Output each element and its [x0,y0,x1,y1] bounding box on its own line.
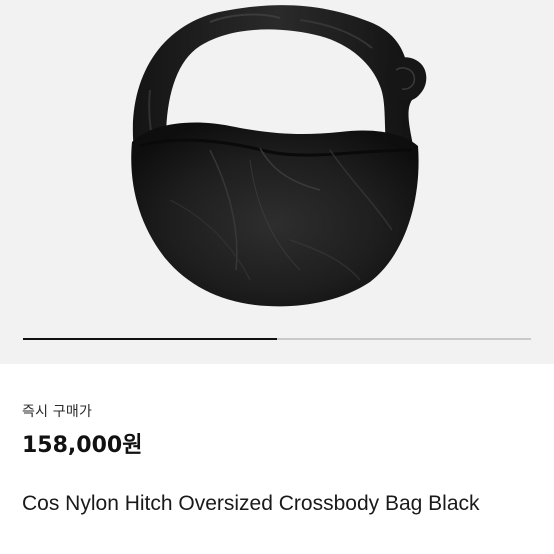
bag-knot [385,57,427,101]
product-title: Cos Nylon Hitch Oversized Crossbody Bag … [22,492,480,515]
product-image [131,5,427,307]
price-value: 158,000원 [22,433,143,458]
price-label: 즉시 구매가 [22,404,93,420]
gallery-progress-fill [23,338,277,340]
product-image-gallery[interactable] [0,0,554,364]
cut-off-detail-line [0,547,330,554]
gallery-progress-track [23,338,531,340]
